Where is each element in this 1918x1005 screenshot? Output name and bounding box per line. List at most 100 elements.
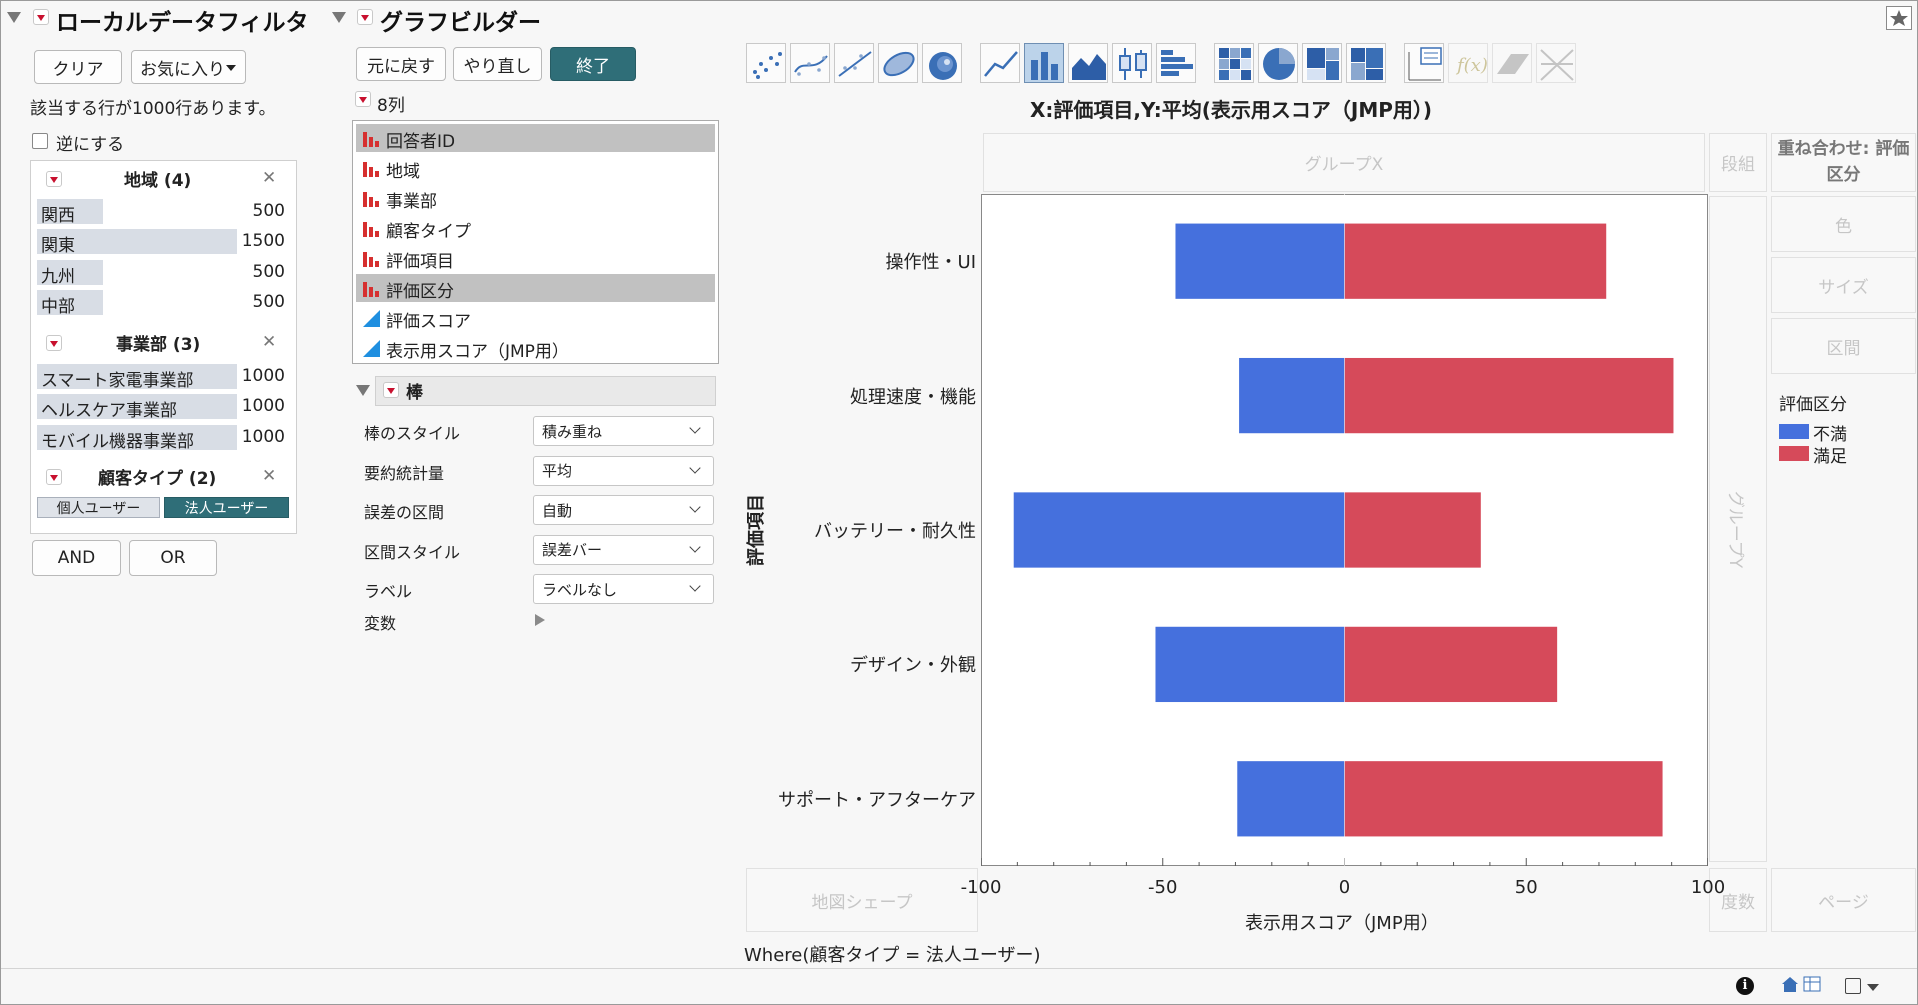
color-zone[interactable]: 色	[1771, 196, 1916, 252]
column-item[interactable]: 表示用スコア（JMP用）	[356, 334, 715, 362]
x-axis-title: 表示用スコア（JMP用）	[1245, 913, 1439, 934]
interval-zone[interactable]: 区間	[1771, 318, 1916, 374]
table-icon[interactable]	[1803, 976, 1821, 992]
points-icon[interactable]	[746, 43, 786, 83]
bar-satisfied[interactable]	[1344, 492, 1481, 568]
bar-dissatisfied[interactable]	[1155, 626, 1345, 703]
filter-row-label: 関西	[41, 206, 75, 226]
property-value: 積み重ね	[542, 422, 603, 441]
bar-satisfied[interactable]	[1344, 626, 1558, 703]
columns-menu-icon[interactable]	[355, 91, 371, 107]
collapse-filter-icon[interactable]	[7, 12, 21, 23]
expand-variables-icon[interactable]	[535, 614, 545, 626]
clear-button[interactable]: クリア	[34, 50, 122, 84]
customer-filter-menu-icon[interactable]	[46, 469, 62, 485]
redo-button[interactable]: やり直し	[453, 47, 542, 81]
filter-row[interactable]: モバイル機器事業部 1000	[37, 424, 289, 452]
bar-dissatisfied[interactable]	[1013, 492, 1345, 568]
column-item[interactable]: 事業部	[356, 184, 715, 212]
bar-section-header[interactable]	[375, 376, 716, 406]
filter-row[interactable]: 中部 500	[37, 289, 289, 317]
contour-icon[interactable]	[922, 43, 962, 83]
property-select[interactable]: ラベルなし	[533, 574, 714, 604]
customer-option-individual[interactable]: 個人ユーザー	[37, 497, 160, 518]
mosaic-icon[interactable]	[1346, 43, 1386, 83]
property-select[interactable]: 平均	[533, 455, 714, 486]
bar-dissatisfied[interactable]	[1239, 357, 1345, 434]
undo-button[interactable]: 元に戻す	[356, 47, 446, 81]
group-x-zone[interactable]: グループX	[983, 133, 1705, 192]
and-button[interactable]: AND	[32, 540, 121, 576]
bar-dissatisfied[interactable]	[1175, 223, 1345, 299]
customer-option-corporate[interactable]: 法人ユーザー	[164, 497, 289, 518]
close-icon[interactable]: ✕	[262, 168, 276, 188]
smoother-icon[interactable]	[790, 43, 830, 83]
builder-menu-icon[interactable]	[357, 9, 373, 25]
close-icon[interactable]: ✕	[262, 332, 276, 352]
collapse-builder-icon[interactable]	[332, 12, 346, 23]
filter-row[interactable]: ヘルスケア事業部 1000	[37, 394, 289, 421]
column-item[interactable]: 評価項目	[356, 244, 715, 272]
or-button[interactable]: OR	[129, 540, 217, 576]
bar-satisfied[interactable]	[1344, 761, 1663, 837]
column-item[interactable]: 地域	[356, 154, 715, 182]
collapse-bar-section-icon[interactable]	[356, 385, 370, 396]
box-plot-icon[interactable]	[1112, 43, 1152, 83]
chevron-down-icon	[689, 461, 701, 474]
group-y-zone[interactable]: グループY	[1709, 196, 1767, 862]
filter-row[interactable]: 関東 1500	[37, 229, 289, 256]
filter-row-count: 1000	[241, 396, 285, 417]
invert-checkbox[interactable]	[32, 133, 48, 149]
area-icon[interactable]	[1068, 43, 1108, 83]
overlay-zone[interactable]: 重ね合わせ: 評価区分	[1771, 133, 1916, 192]
done-button[interactable]: 終了	[550, 47, 636, 81]
column-item[interactable]: 顧客タイプ	[356, 214, 715, 242]
bar-icon[interactable]	[1024, 43, 1064, 83]
property-select[interactable]: 誤差バー	[533, 534, 714, 565]
info-icon[interactable]: i	[1736, 977, 1754, 995]
bar-satisfied[interactable]	[1344, 223, 1607, 299]
line-of-fit-icon[interactable]	[834, 43, 874, 83]
x-tick-label: -100	[960, 877, 1002, 898]
favorites-label: お気に入り	[140, 59, 225, 80]
column-item[interactable]: 評価区分	[356, 274, 715, 302]
column-item[interactable]: 評価スコア	[356, 304, 715, 332]
filter-title: ローカルデータフィルタ	[56, 10, 309, 36]
favorites-button[interactable]: お気に入り	[131, 50, 246, 84]
filter-row[interactable]: スマート家電事業部 1000	[37, 364, 289, 391]
property-select[interactable]: 積み重ね	[533, 416, 714, 446]
parallel-icon[interactable]	[1492, 43, 1532, 83]
region-filter-menu-icon[interactable]	[46, 171, 62, 187]
heatmap-icon[interactable]	[1214, 43, 1254, 83]
map-shape-icon[interactable]	[1536, 43, 1576, 83]
wrap-zone[interactable]: 段組	[1709, 133, 1767, 192]
property-select[interactable]: 自動	[533, 495, 714, 525]
division-filter-menu-icon[interactable]	[46, 335, 62, 351]
chevron-down-icon[interactable]	[1867, 984, 1879, 991]
formula-icon[interactable]: f(x)	[1448, 43, 1488, 83]
ellipse-icon[interactable]	[878, 43, 918, 83]
column-name: 評価項目	[386, 252, 454, 272]
map-shape-zone[interactable]: 地図シェープ	[746, 868, 978, 932]
bar-menu-icon[interactable]	[383, 382, 399, 398]
histogram-icon[interactable]	[1156, 43, 1196, 83]
page-zone[interactable]: ページ	[1771, 868, 1916, 932]
bar-satisfied[interactable]	[1344, 357, 1674, 434]
line-icon[interactable]	[980, 43, 1020, 83]
caption-box-icon[interactable]	[1404, 43, 1444, 83]
treemap-icon[interactable]	[1302, 43, 1342, 83]
group-y-label: グループY	[1725, 490, 1746, 568]
bar-dissatisfied[interactable]	[1237, 761, 1345, 837]
pie-icon[interactable]	[1258, 43, 1298, 83]
column-item[interactable]: 回答者ID	[356, 124, 715, 152]
filter-menu-icon[interactable]	[33, 9, 49, 25]
window-menu-icon[interactable]	[1886, 6, 1912, 30]
home-icon[interactable]	[1780, 975, 1800, 993]
window-list-icon[interactable]	[1845, 978, 1861, 994]
filter-row[interactable]: 九州 500	[37, 259, 289, 287]
property-value: 平均	[542, 462, 573, 480]
chevron-down-icon	[689, 540, 701, 553]
size-zone[interactable]: サイズ	[1771, 257, 1916, 313]
close-icon[interactable]: ✕	[262, 466, 276, 486]
filter-row[interactable]: 関西 500	[37, 199, 289, 226]
